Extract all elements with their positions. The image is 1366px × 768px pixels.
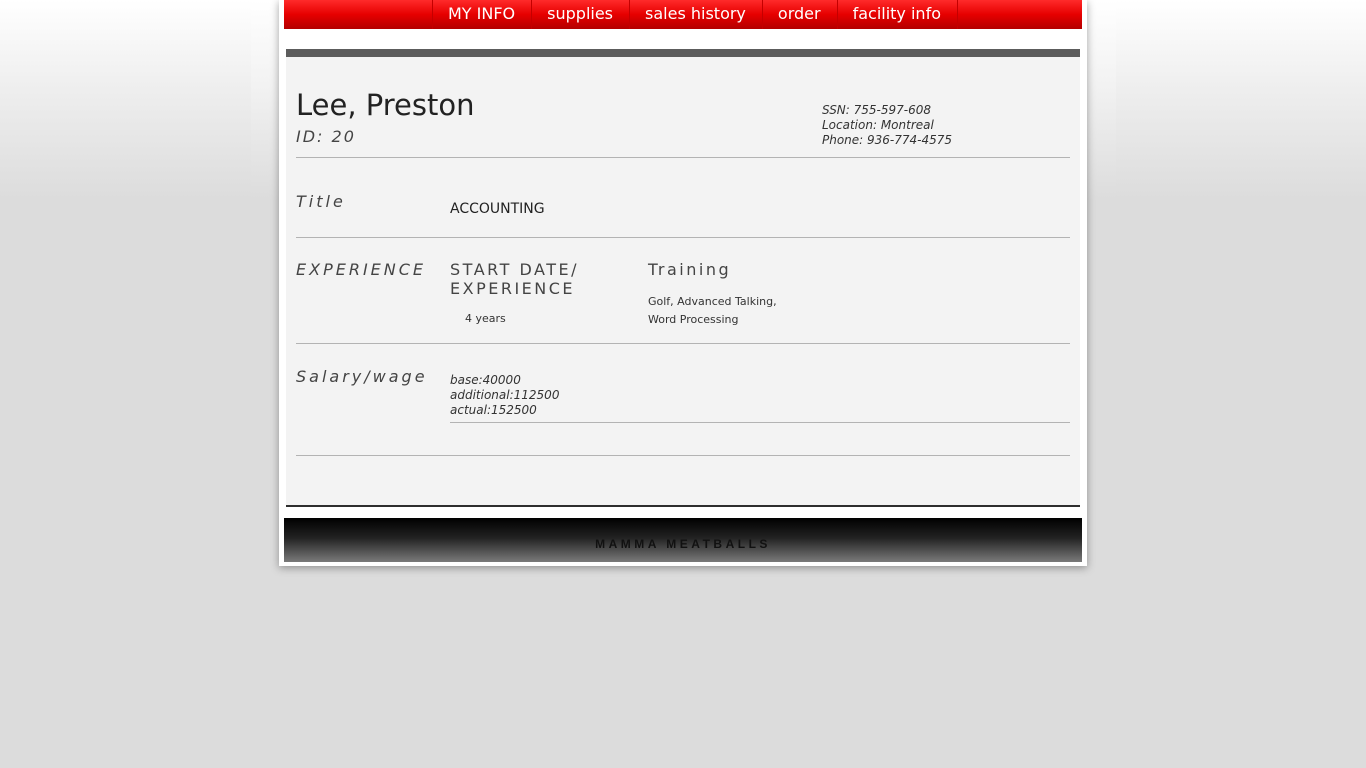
divider <box>296 157 1070 158</box>
contact-info: SSN: 755-597-608 Location: Montreal Phon… <box>822 103 952 148</box>
salary-divider <box>450 422 1070 423</box>
divider <box>296 237 1070 238</box>
nav-item-order[interactable]: order <box>763 0 838 29</box>
footer-bar: MAMMA MEATBALLS <box>284 518 1082 562</box>
experience-section-label: EXPERIENCE <box>296 260 427 279</box>
training-list: Golf, Advanced Talking, Word Processing <box>648 295 777 326</box>
salary-additional: additional:112500 <box>450 388 560 402</box>
salary-base: base:40000 <box>450 373 521 387</box>
employee-id: ID: 20 <box>296 127 356 146</box>
ssn-text: SSN: 755-597-608 <box>822 103 932 117</box>
start-date-heading: START DATE/ EXPERIENCE <box>450 260 579 298</box>
salary-actual: actual:152500 <box>450 403 537 417</box>
nav-menu: MY INFO supplies sales history order fac… <box>432 0 958 29</box>
employee-name: Lee, Preston <box>296 88 475 122</box>
divider <box>296 455 1070 456</box>
training-heading: Training <box>648 260 732 279</box>
location-text: Location: Montreal <box>822 118 934 132</box>
phone-text: Phone: 936-774-4575 <box>822 133 953 147</box>
salary-values: base:40000 additional:112500 actual:1525… <box>450 373 559 418</box>
nav-item-facility-info[interactable]: facility info <box>838 0 958 29</box>
employee-profile-panel: Lee, Preston ID: 20 SSN: 755-597-608 Loc… <box>286 49 1080 507</box>
divider <box>296 343 1070 344</box>
background-right <box>1116 0 1366 200</box>
nav-item-sales-history[interactable]: sales history <box>630 0 763 29</box>
title-value: ACCOUNTING <box>450 201 545 217</box>
page-container: MY INFO supplies sales history order fac… <box>279 0 1087 566</box>
salary-section-label: Salary/wage <box>296 367 428 386</box>
experience-years: 4 years <box>465 312 506 325</box>
top-navbar: MY INFO supplies sales history order fac… <box>284 0 1082 29</box>
title-section-label: Title <box>296 192 346 211</box>
background-left <box>0 0 251 200</box>
footer-brand: MAMMA MEATBALLS <box>595 537 771 551</box>
nav-item-supplies[interactable]: supplies <box>532 0 631 29</box>
nav-item-my-info[interactable]: MY INFO <box>433 0 533 29</box>
